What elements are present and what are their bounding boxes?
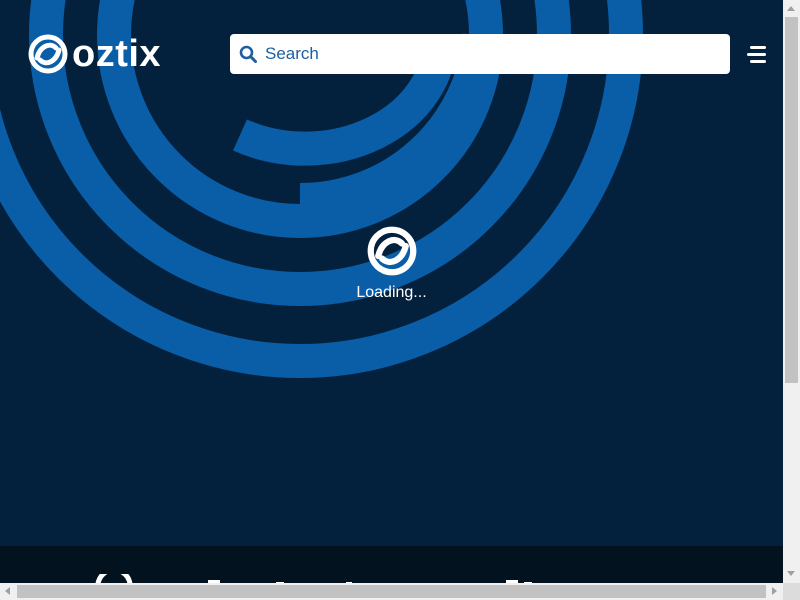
- scroll-down-arrow-icon[interactable]: [787, 571, 795, 576]
- search-input[interactable]: [265, 36, 705, 72]
- vertical-scrollbar[interactable]: [783, 0, 800, 583]
- page-viewport: oztix Loading...: [0, 0, 783, 583]
- hamburger-menu-icon-line: [750, 60, 766, 63]
- footer-logo-peek: [95, 574, 532, 583]
- hamburger-menu-button[interactable]: [744, 44, 766, 64]
- logo-wordmark: oztix: [72, 33, 162, 75]
- scrollbar-corner: [783, 583, 800, 600]
- hamburger-menu-icon-line: [747, 53, 766, 56]
- search-icon: [239, 45, 257, 63]
- oztix-swirl-icon: [367, 226, 416, 276]
- horizontal-scrollbar[interactable]: [0, 583, 783, 600]
- scroll-left-arrow-icon[interactable]: [5, 587, 10, 595]
- vertical-scrollbar-thumb[interactable]: [785, 17, 798, 383]
- site-header: oztix: [0, 0, 783, 108]
- hamburger-menu-icon-line: [750, 46, 766, 49]
- scroll-right-arrow-icon[interactable]: [772, 587, 777, 595]
- loading-text: Loading...: [356, 284, 427, 301]
- horizontal-scrollbar-thumb[interactable]: [17, 585, 766, 598]
- search-box[interactable]: [230, 34, 730, 74]
- oztix-logo[interactable]: oztix: [28, 34, 161, 74]
- site-footer: [0, 546, 783, 583]
- loading-indicator: Loading...: [0, 226, 783, 302]
- oztix-swirl-logo-icon: [28, 34, 68, 74]
- scroll-up-arrow-icon[interactable]: [787, 6, 795, 11]
